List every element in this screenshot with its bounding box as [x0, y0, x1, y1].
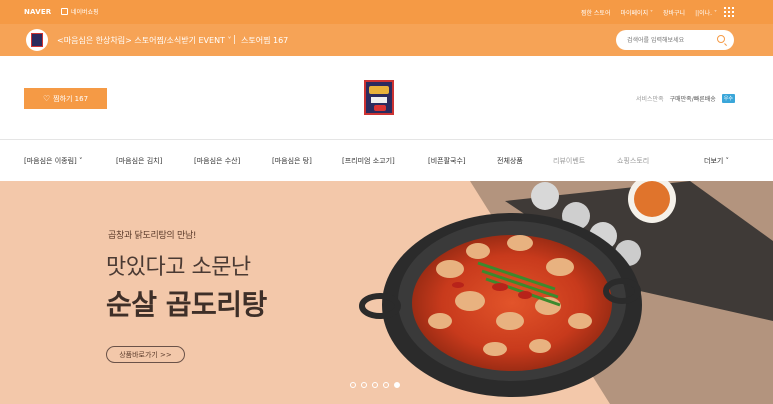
top-links: 찜한 스토어 마이페이지 ˅ 장바구니 ||이나. ˅	[581, 8, 717, 17]
user-menu[interactable]: ||이나. ˅	[695, 8, 717, 17]
nav-item-soup[interactable]: [마음심은 탕]	[272, 156, 312, 166]
favorite-button-label: 찜하기 167	[53, 94, 89, 103]
top-navigation-bar: NAVER 네이버쇼핑 찜한 스토어 마이페이지 ˅ 장바구니 ||이나. ˅	[0, 0, 773, 24]
store-header: ♡ 찜하기 167 서비스만족 구매만족/빠른배송 우수	[0, 56, 773, 140]
service-label: 서비스만족	[636, 96, 664, 103]
nav-item-premium-beef[interactable]: [프리미엄 소고기]	[342, 156, 395, 166]
category-nav: [마음심은 이종림] ˅ [마음심은 김치] [마음심은 수산] [마음심은 탕…	[0, 141, 773, 181]
nav-item-noodle[interactable]: [비픈팔국수]	[428, 156, 466, 166]
nav-item-all-products[interactable]: 전체상품	[497, 156, 523, 166]
store-bar: <마음심은 한상차림> 스토어찜/소식받기 EVENT ˅ 스토어찜 167	[0, 24, 773, 56]
carousel-dot-2[interactable]	[361, 382, 367, 388]
divider	[234, 35, 235, 44]
favorite-stores-link[interactable]: 찜한 스토어	[581, 8, 611, 17]
store-search-box[interactable]	[616, 30, 734, 50]
carousel-dot-5[interactable]	[394, 382, 400, 388]
banner-subtitle: 곱창과 닭도리탕의 만남!	[108, 231, 197, 241]
carousel-dot-1[interactable]	[350, 382, 356, 388]
mypage-link[interactable]: 마이페이지 ˅	[620, 8, 653, 17]
store-name-dropdown[interactable]: <마음심은 한상차림> 스토어찜/소식받기 EVENT ˅	[57, 35, 232, 46]
carousel-dot-3[interactable]	[372, 382, 378, 388]
go-to-product-button[interactable]: 상품바로가기 >>	[106, 346, 185, 363]
carousel-pagination	[350, 382, 400, 388]
nav-more-dropdown[interactable]: 더보기 ˅	[704, 156, 729, 166]
go-to-product-label: 상품바로가기 >>	[119, 350, 172, 359]
search-icon[interactable]	[717, 35, 725, 43]
promo-banner[interactable]: 곱창과 닭도리탕의 만남! 맛있다고 소문난 순살 곱도리탕 상품바로가기 >>	[0, 181, 773, 404]
banner-title-line2: 순살 곱도리탕	[106, 288, 267, 321]
search-input[interactable]	[627, 34, 712, 46]
nav-item-shopping-story[interactable]: 쇼핑스토리	[617, 156, 649, 166]
nav-item-review-event[interactable]: 리뷰이벤트	[553, 156, 585, 166]
service-spec: 구매만족/빠른배송	[669, 96, 716, 103]
store-logo[interactable]	[364, 80, 394, 115]
naver-shopping-label: 네이버쇼핑	[71, 9, 99, 16]
naver-shopping-link[interactable]: 네이버쇼핑	[61, 7, 99, 16]
nav-item-meat[interactable]: [마음심은 이종림] ˅	[24, 156, 83, 166]
favorite-button[interactable]: ♡ 찜하기 167	[24, 88, 107, 109]
naver-logo[interactable]: NAVER	[24, 8, 51, 16]
store-fav-count: 스토어찜 167	[241, 36, 289, 45]
nav-item-kimchi[interactable]: [마음심은 김치]	[116, 156, 162, 166]
cart-link[interactable]: 장바구니	[663, 8, 685, 17]
heart-plus-icon: ♡	[42, 94, 51, 103]
apps-grid-icon[interactable]	[724, 7, 734, 17]
shopping-bag-icon	[61, 8, 68, 15]
banner-title-line1: 맛있다고 소문난	[106, 255, 251, 280]
carousel-dot-4[interactable]	[383, 382, 389, 388]
service-badge: 우수	[721, 94, 735, 103]
store-profile-icon[interactable]	[26, 29, 48, 51]
service-grade: 서비스만족 구매만족/빠른배송 우수	[636, 94, 735, 103]
nav-item-seafood[interactable]: [마음심은 수산]	[194, 156, 240, 166]
